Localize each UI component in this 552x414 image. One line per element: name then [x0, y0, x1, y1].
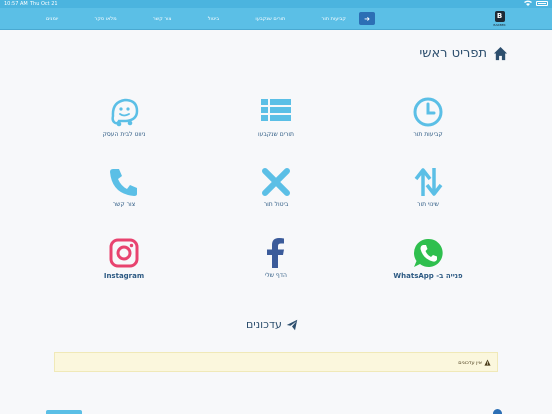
whatsapp-icon: [413, 238, 443, 267]
instagram-icon: [109, 238, 139, 268]
updates-panel: אין עדכונים: [54, 352, 498, 372]
nav-item-book-appointment[interactable]: קביעות תור: [322, 16, 346, 22]
logo-text: BARBER: [493, 23, 506, 27]
tile-instagram[interactable]: Instagram: [64, 237, 184, 287]
tile-label: Instagram: [103, 272, 145, 280]
tile-book-appointment[interactable]: קביעות תור: [368, 96, 488, 146]
list-icon: [261, 99, 291, 121]
page-title-text: תפריט ראשי: [419, 46, 487, 61]
no-updates-text: אין עדכונים: [458, 359, 482, 366]
nav-item-survey[interactable]: מלאו סקר: [95, 16, 117, 22]
battery-icon: [536, 0, 548, 6]
phone-icon: [110, 169, 137, 196]
updates-title-text: עדכונים: [246, 318, 282, 331]
tile-booked-appointments[interactable]: תורים שנקבעו: [216, 96, 336, 146]
tile-label: פנייה ב- WhatsApp: [393, 272, 463, 280]
bottom-icon[interactable]: [493, 409, 502, 414]
tile-label: צור קשר: [112, 201, 136, 208]
status-time: 10:57 AM: [4, 1, 28, 7]
tile-navigate-business[interactable]: ניווט לבית העסק: [64, 96, 184, 146]
nav-item-cancel[interactable]: ביטול: [208, 16, 219, 22]
status-bar: 10:57 AM Thu Oct 21: [0, 0, 552, 8]
tile-label: תורים שנקבעו: [258, 131, 294, 138]
nav-item-calendars[interactable]: יומנים: [46, 16, 58, 22]
bottom-button[interactable]: [46, 410, 82, 414]
waze-icon: [111, 98, 139, 127]
nav-item-booked-appointments[interactable]: תורים שנקבעו: [255, 16, 285, 22]
tile-label: ניווט לבית העסק: [102, 131, 146, 138]
arrow-right-icon: ➜: [364, 14, 370, 23]
login-button[interactable]: ➜: [359, 12, 375, 25]
tile-label: שינוי תור: [417, 201, 439, 208]
swap-arrows-icon: [414, 168, 443, 196]
status-indicators: [524, 0, 548, 6]
tile-label: ביטול תור: [263, 201, 289, 208]
facebook-icon: [267, 238, 284, 268]
nav-menu: קביעות תור תורים שנקבעו ביטול צור קשר מל…: [46, 8, 346, 30]
logo[interactable]: B BARBER: [493, 11, 506, 27]
clock-icon: [413, 97, 443, 127]
tile-change-appointment[interactable]: שינוי תור: [368, 166, 488, 216]
tile-cancel-appointment[interactable]: ביטול תור: [216, 166, 336, 216]
x-icon: [262, 168, 290, 196]
app-header: קביעות תור תורים שנקבעו ביטול צור קשר מל…: [0, 8, 552, 30]
wifi-icon: [524, 0, 532, 6]
home-icon: [493, 46, 508, 61]
paper-plane-icon: [286, 319, 298, 330]
status-date: Thu Oct 21: [30, 1, 58, 7]
tile-label: הדף שלי: [265, 272, 287, 279]
page-title: תפריט ראשי: [419, 46, 508, 61]
updates-title: עדכונים: [246, 318, 298, 331]
tile-contact[interactable]: צור קשר: [64, 166, 184, 216]
tile-facebook[interactable]: הדף שלי: [216, 237, 336, 287]
logo-mark: B: [494, 11, 505, 22]
nav-item-contact[interactable]: צור קשר: [153, 16, 172, 22]
warning-icon: [484, 359, 491, 366]
no-updates-message: אין עדכונים: [458, 359, 491, 366]
tile-whatsapp[interactable]: פנייה ב- WhatsApp: [368, 237, 488, 287]
tile-label: קביעות תור: [413, 131, 443, 138]
